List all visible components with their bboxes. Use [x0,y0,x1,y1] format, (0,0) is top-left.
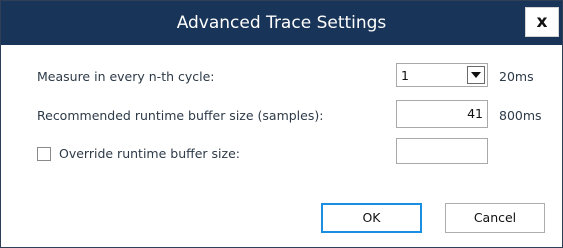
advanced-trace-settings-dialog: Advanced Trace Settings x Measure in eve… [0,0,563,248]
measure-cycle-value: 1 [401,68,409,83]
override-buffer-input[interactable] [396,138,488,164]
measure-cycle-select[interactable]: 1 [396,63,488,87]
measure-label: Measure in every n-th cycle: [37,69,215,84]
close-button[interactable]: x [525,7,559,37]
cancel-button[interactable]: Cancel [445,203,545,233]
title-bar[interactable]: Advanced Trace Settings x [1,1,562,45]
override-checkbox[interactable] [37,147,51,161]
override-label[interactable]: Override runtime buffer size: [59,146,240,161]
buffer-size-value: 41 [467,106,483,121]
buffer-size-field: 41 [396,100,488,128]
dialog-title: Advanced Trace Settings [176,13,387,33]
ok-button[interactable]: OK [321,203,422,233]
close-icon: x [536,12,548,32]
chevron-down-icon[interactable] [467,66,485,84]
buffer-duration: 800ms [499,108,542,123]
measure-duration: 20ms [499,69,534,84]
buffer-size-label: Recommended runtime buffer size (samples… [37,108,324,123]
